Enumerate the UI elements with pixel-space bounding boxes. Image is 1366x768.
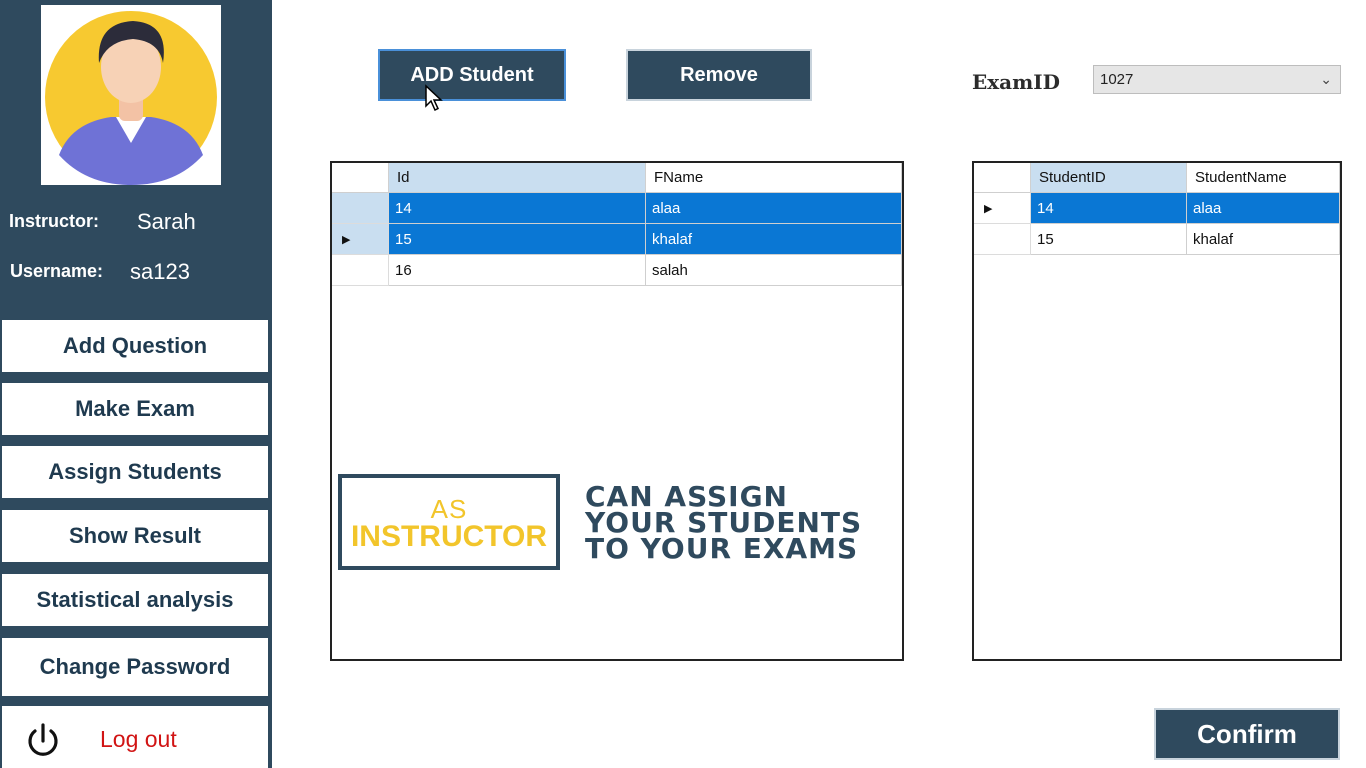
chevron-down-icon: ⌄ <box>1320 71 1332 87</box>
table-cell[interactable]: alaa <box>646 193 902 224</box>
column-header-id[interactable]: Id <box>389 163 646 193</box>
row-pointer-icon: ▶ <box>342 234 351 246</box>
statistical-analysis-button[interactable]: Statistical analysis <box>2 574 268 626</box>
row-header[interactable] <box>332 193 389 224</box>
row-header[interactable] <box>332 224 389 255</box>
sidebar: Instructor: Sarah Username: sa123 Add Qu… <box>0 0 272 768</box>
row-header[interactable] <box>974 224 1031 255</box>
table-cell[interactable]: 15 <box>1031 224 1187 255</box>
remove-button[interactable]: Remove <box>626 49 812 101</box>
overlay-badge: AS INSTRUCTOR <box>338 474 560 570</box>
table-cell[interactable]: khalaf <box>646 224 902 255</box>
add-student-button[interactable]: ADD Student <box>378 49 566 101</box>
overlay-caption: CAN ASSIGN YOUR STUDENTS TO YOUR EXAMS <box>585 483 915 565</box>
confirm-button[interactable]: Confirm <box>1154 708 1340 760</box>
table-cell[interactable]: 14 <box>1031 193 1187 224</box>
examid-select[interactable]: 1027 ⌄ <box>1093 65 1341 94</box>
avatar <box>41 5 221 185</box>
row-header[interactable] <box>974 193 1031 224</box>
grid-corner <box>974 163 1031 193</box>
show-result-button[interactable]: Show Result <box>2 510 268 562</box>
mouse-cursor-icon <box>425 84 443 112</box>
logout-label: Log out <box>100 726 177 752</box>
students-grid[interactable]: Id FName 14 alaa ▶ 15 khalaf 16 salah <box>330 161 904 661</box>
make-exam-button[interactable]: Make Exam <box>2 383 268 435</box>
column-header-studentname[interactable]: StudentName <box>1187 163 1340 193</box>
table-cell[interactable]: salah <box>646 255 902 286</box>
column-header-fname[interactable]: FName <box>646 163 902 193</box>
table-cell[interactable]: 16 <box>389 255 646 286</box>
username-value: sa123 <box>130 259 190 284</box>
table-cell[interactable]: khalaf <box>1187 224 1340 255</box>
username-label: Username: <box>10 261 104 281</box>
examid-value: 1027 <box>1100 71 1134 88</box>
overlay-caption-line: TO YOUR EXAMS <box>585 532 859 565</box>
logout-button[interactable]: Log out <box>2 706 268 768</box>
grid-corner <box>332 163 389 193</box>
table-cell[interactable]: 14 <box>389 193 646 224</box>
power-icon <box>28 723 58 756</box>
column-header-studentid[interactable]: StudentID <box>1031 163 1187 193</box>
assign-students-window: Instructor: Sarah Username: sa123 Add Qu… <box>0 0 1366 768</box>
row-pointer-icon: ▶ <box>984 203 993 215</box>
row-header[interactable] <box>332 255 389 286</box>
change-password-button[interactable]: Change Password <box>2 638 268 696</box>
examid-label: ExamID <box>972 70 1060 94</box>
add-question-button[interactable]: Add Question <box>2 320 268 372</box>
assign-students-button[interactable]: Assign Students <box>2 446 268 498</box>
instructor-name: Sarah <box>137 209 196 234</box>
table-cell[interactable]: alaa <box>1187 193 1340 224</box>
instructor-label: Instructor: <box>9 211 99 231</box>
assigned-students-grid[interactable]: StudentID StudentName ▶ 14 alaa 15 khala… <box>972 161 1342 661</box>
overlay-instructor-text: INSTRUCTOR <box>350 520 548 553</box>
table-cell[interactable]: 15 <box>389 224 646 255</box>
